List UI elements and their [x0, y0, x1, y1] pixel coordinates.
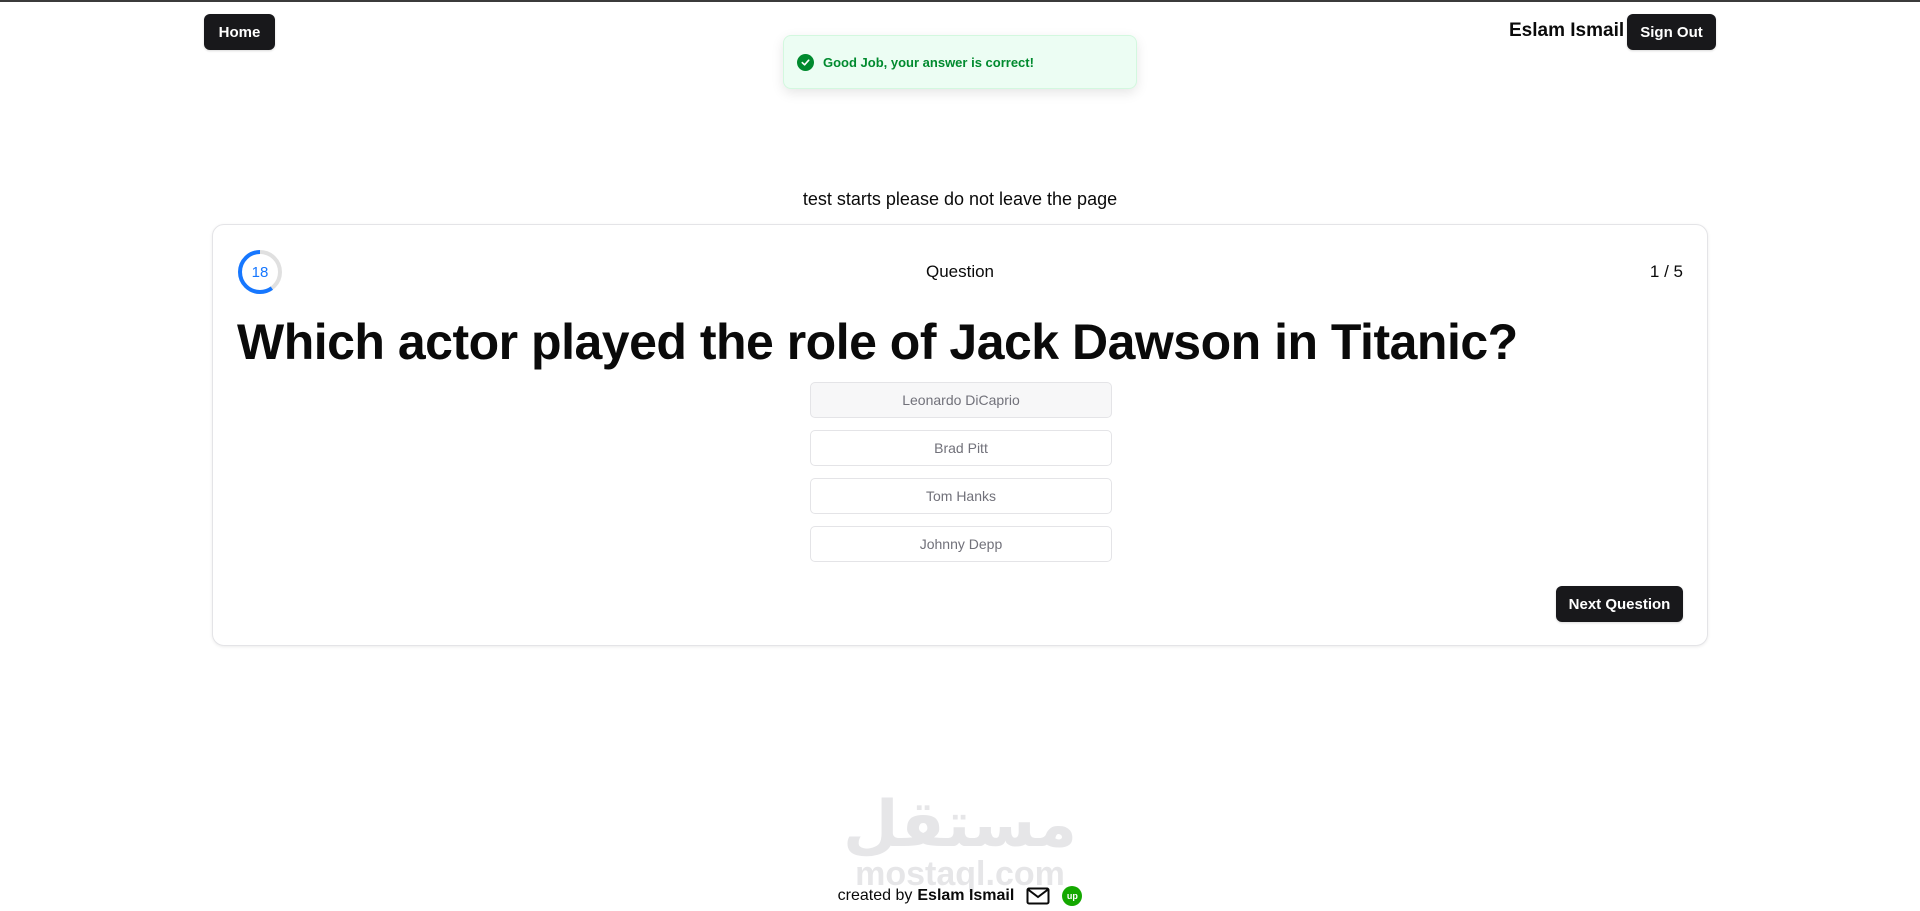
- user-name: Eslam Ismail: [1509, 20, 1625, 41]
- question-title: Which actor played the role of Jack Daws…: [237, 314, 1518, 370]
- check-circle-icon: [797, 53, 814, 71]
- answer-option[interactable]: Johnny Depp: [810, 526, 1112, 562]
- footer: created by Eslam Ismail up: [0, 886, 1920, 906]
- answer-option[interactable]: Leonardo DiCaprio: [810, 382, 1112, 418]
- test-notice: test starts please do not leave the page: [802, 189, 1118, 209]
- author-name: Eslam Ismail: [917, 887, 1015, 904]
- watermark-arabic: مستقل: [842, 788, 1078, 862]
- next-question-button[interactable]: Next Question: [1556, 586, 1683, 622]
- sign-out-button[interactable]: Sign Out: [1627, 14, 1716, 50]
- mail-icon[interactable]: [1026, 887, 1050, 905]
- created-by-label: created by: [837, 887, 913, 904]
- question-label: Question: [925, 262, 995, 281]
- answer-options: Leonardo DiCaprio Brad Pitt Tom Hanks Jo…: [810, 382, 1112, 574]
- answer-option[interactable]: Tom Hanks: [810, 478, 1112, 514]
- home-button[interactable]: Home: [204, 14, 275, 50]
- upwork-icon[interactable]: up: [1062, 886, 1083, 906]
- success-toast: Good Job, your answer is correct!: [783, 35, 1137, 89]
- toast-message: Good Job, your answer is correct!: [823, 54, 1034, 70]
- question-card: 18 Question 1 / 5 Which actor played the…: [212, 224, 1708, 646]
- mostaql-watermark: مستقل mostaql.com: [0, 788, 1920, 891]
- answer-option[interactable]: Brad Pitt: [810, 430, 1112, 466]
- question-counter: 1 / 5: [1649, 262, 1683, 281]
